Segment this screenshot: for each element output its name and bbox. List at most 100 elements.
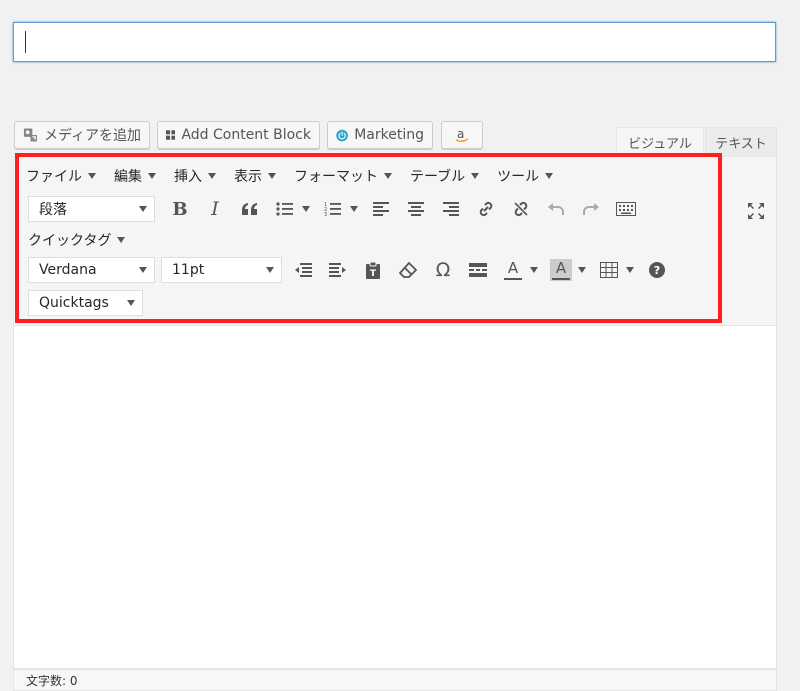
unlink-icon	[514, 201, 528, 217]
block-format-select[interactable]: 段落	[28, 196, 155, 222]
keyboard-icon	[616, 202, 636, 216]
chevron-down-icon	[127, 300, 135, 306]
media-icon	[23, 128, 38, 142]
quote-icon	[242, 203, 257, 215]
menu-edit-label: 編集	[114, 169, 142, 185]
editor-area[interactable]: ファイル 編集 挿入 表示 フォーマット テーブル ツール 段落 B I 123	[13, 156, 777, 669]
link-icon	[479, 201, 493, 217]
redo-icon	[583, 203, 599, 215]
paste-text-button[interactable]: T	[360, 257, 386, 283]
menu-format[interactable]: フォーマット	[294, 166, 392, 186]
numbered-list-button[interactable]: 123	[320, 196, 346, 222]
chevron-down-icon[interactable]	[350, 206, 358, 212]
background-color-button[interactable]: A	[548, 257, 574, 283]
block-format-value: 段落	[39, 202, 67, 218]
chevron-down-icon	[208, 173, 216, 179]
tab-text[interactable]: テキスト	[705, 127, 777, 156]
clipboard-icon: T	[366, 261, 380, 279]
chevron-down-icon[interactable]	[530, 267, 538, 273]
chevron-down-icon[interactable]	[578, 267, 586, 273]
background-color-swatch: A	[550, 259, 572, 281]
post-title-input[interactable]	[13, 22, 776, 62]
svg-text:3: 3	[324, 212, 327, 217]
menu-table-label: テーブル	[410, 169, 466, 185]
text-color-button[interactable]: A	[500, 257, 526, 283]
bullet-list-button[interactable]	[272, 196, 298, 222]
tab-visual[interactable]: ビジュアル	[616, 127, 704, 156]
font-size-value: 11pt	[172, 262, 205, 278]
undo-button[interactable]	[543, 196, 569, 222]
align-center-button[interactable]	[403, 196, 429, 222]
text-color-glyph: A	[507, 258, 519, 277]
font-size-select[interactable]: 11pt	[161, 257, 282, 283]
help-icon: ?	[649, 262, 665, 278]
amazon-button[interactable]: a	[441, 121, 483, 149]
text-color-swatch	[504, 277, 522, 280]
toolbar-toggle-button[interactable]	[613, 196, 639, 222]
chevron-down-icon	[88, 173, 96, 179]
outdent-icon	[295, 263, 312, 277]
font-family-select[interactable]: Verdana	[28, 257, 155, 283]
align-right-button[interactable]	[438, 196, 464, 222]
outdent-button[interactable]	[290, 257, 316, 283]
quicktag-menu[interactable]: クイックタグ	[28, 230, 126, 250]
add-media-button[interactable]: メディアを追加	[14, 121, 150, 149]
align-left-button[interactable]	[368, 196, 394, 222]
italic-button[interactable]: I	[202, 196, 228, 222]
chevron-down-icon	[139, 206, 147, 212]
chevron-down-icon	[268, 173, 276, 179]
svg-text:a: a	[457, 127, 464, 141]
add-media-label: メディアを追加	[43, 128, 141, 144]
marketing-label: Marketing	[354, 127, 424, 143]
menu-insert[interactable]: 挿入	[174, 166, 216, 186]
blockquote-button[interactable]	[237, 196, 263, 222]
bold-button[interactable]: B	[167, 196, 193, 222]
menu-file[interactable]: ファイル	[26, 166, 96, 186]
chevron-down-icon	[139, 267, 147, 273]
menu-edit[interactable]: 編集	[114, 166, 156, 186]
insert-link-button[interactable]	[473, 196, 499, 222]
toolbar-row-4: Quicktags	[28, 290, 143, 316]
editor-menubar: ファイル 編集 挿入 表示 フォーマット テーブル ツール	[26, 164, 571, 188]
clear-formatting-button[interactable]	[395, 257, 421, 283]
bullet-list-icon	[276, 202, 293, 216]
menu-insert-label: 挿入	[174, 169, 202, 185]
indent-icon	[329, 263, 346, 277]
power-icon	[336, 129, 348, 141]
chevron-down-icon[interactable]	[302, 206, 310, 212]
help-button[interactable]: ?	[644, 257, 670, 283]
menu-tools[interactable]: ツール	[497, 166, 554, 186]
add-content-block-label: Add Content Block	[181, 127, 311, 143]
chevron-down-icon	[266, 267, 274, 273]
align-right-icon	[443, 202, 459, 216]
menu-file-label: ファイル	[26, 169, 82, 185]
word-count: 文字数: 0	[26, 673, 78, 688]
menu-view-label: 表示	[234, 169, 262, 185]
menu-format-label: フォーマット	[294, 169, 378, 185]
quicktags-value: Quicktags	[39, 295, 109, 311]
table-button[interactable]	[596, 257, 622, 283]
fullscreen-icon[interactable]	[746, 201, 766, 221]
quicktags-select[interactable]: Quicktags	[28, 290, 143, 316]
text-caret	[25, 31, 26, 53]
indent-button[interactable]	[325, 257, 351, 283]
background-color-underline	[552, 277, 570, 280]
svg-text:?: ?	[654, 264, 660, 277]
add-content-block-button[interactable]: Add Content Block	[157, 121, 320, 149]
editor-toolbar: ファイル 編集 挿入 表示 フォーマット テーブル ツール 段落 B I 123	[14, 157, 776, 326]
font-family-value: Verdana	[39, 262, 97, 278]
toolbar-row-1: 段落 B I 123	[28, 196, 648, 222]
redo-button[interactable]	[578, 196, 604, 222]
table-icon	[600, 262, 618, 278]
amazon-icon: a	[455, 127, 469, 142]
chevron-down-icon	[384, 173, 392, 179]
read-more-button[interactable]	[465, 257, 491, 283]
menu-view[interactable]: 表示	[234, 166, 276, 186]
marketing-button[interactable]: Marketing	[327, 121, 433, 149]
eraser-icon	[399, 262, 417, 278]
special-character-button[interactable]: Ω	[430, 257, 456, 283]
menu-table[interactable]: テーブル	[410, 166, 480, 186]
unlink-button[interactable]	[508, 196, 534, 222]
chevron-down-icon[interactable]	[626, 267, 634, 273]
read-more-icon	[469, 263, 487, 277]
